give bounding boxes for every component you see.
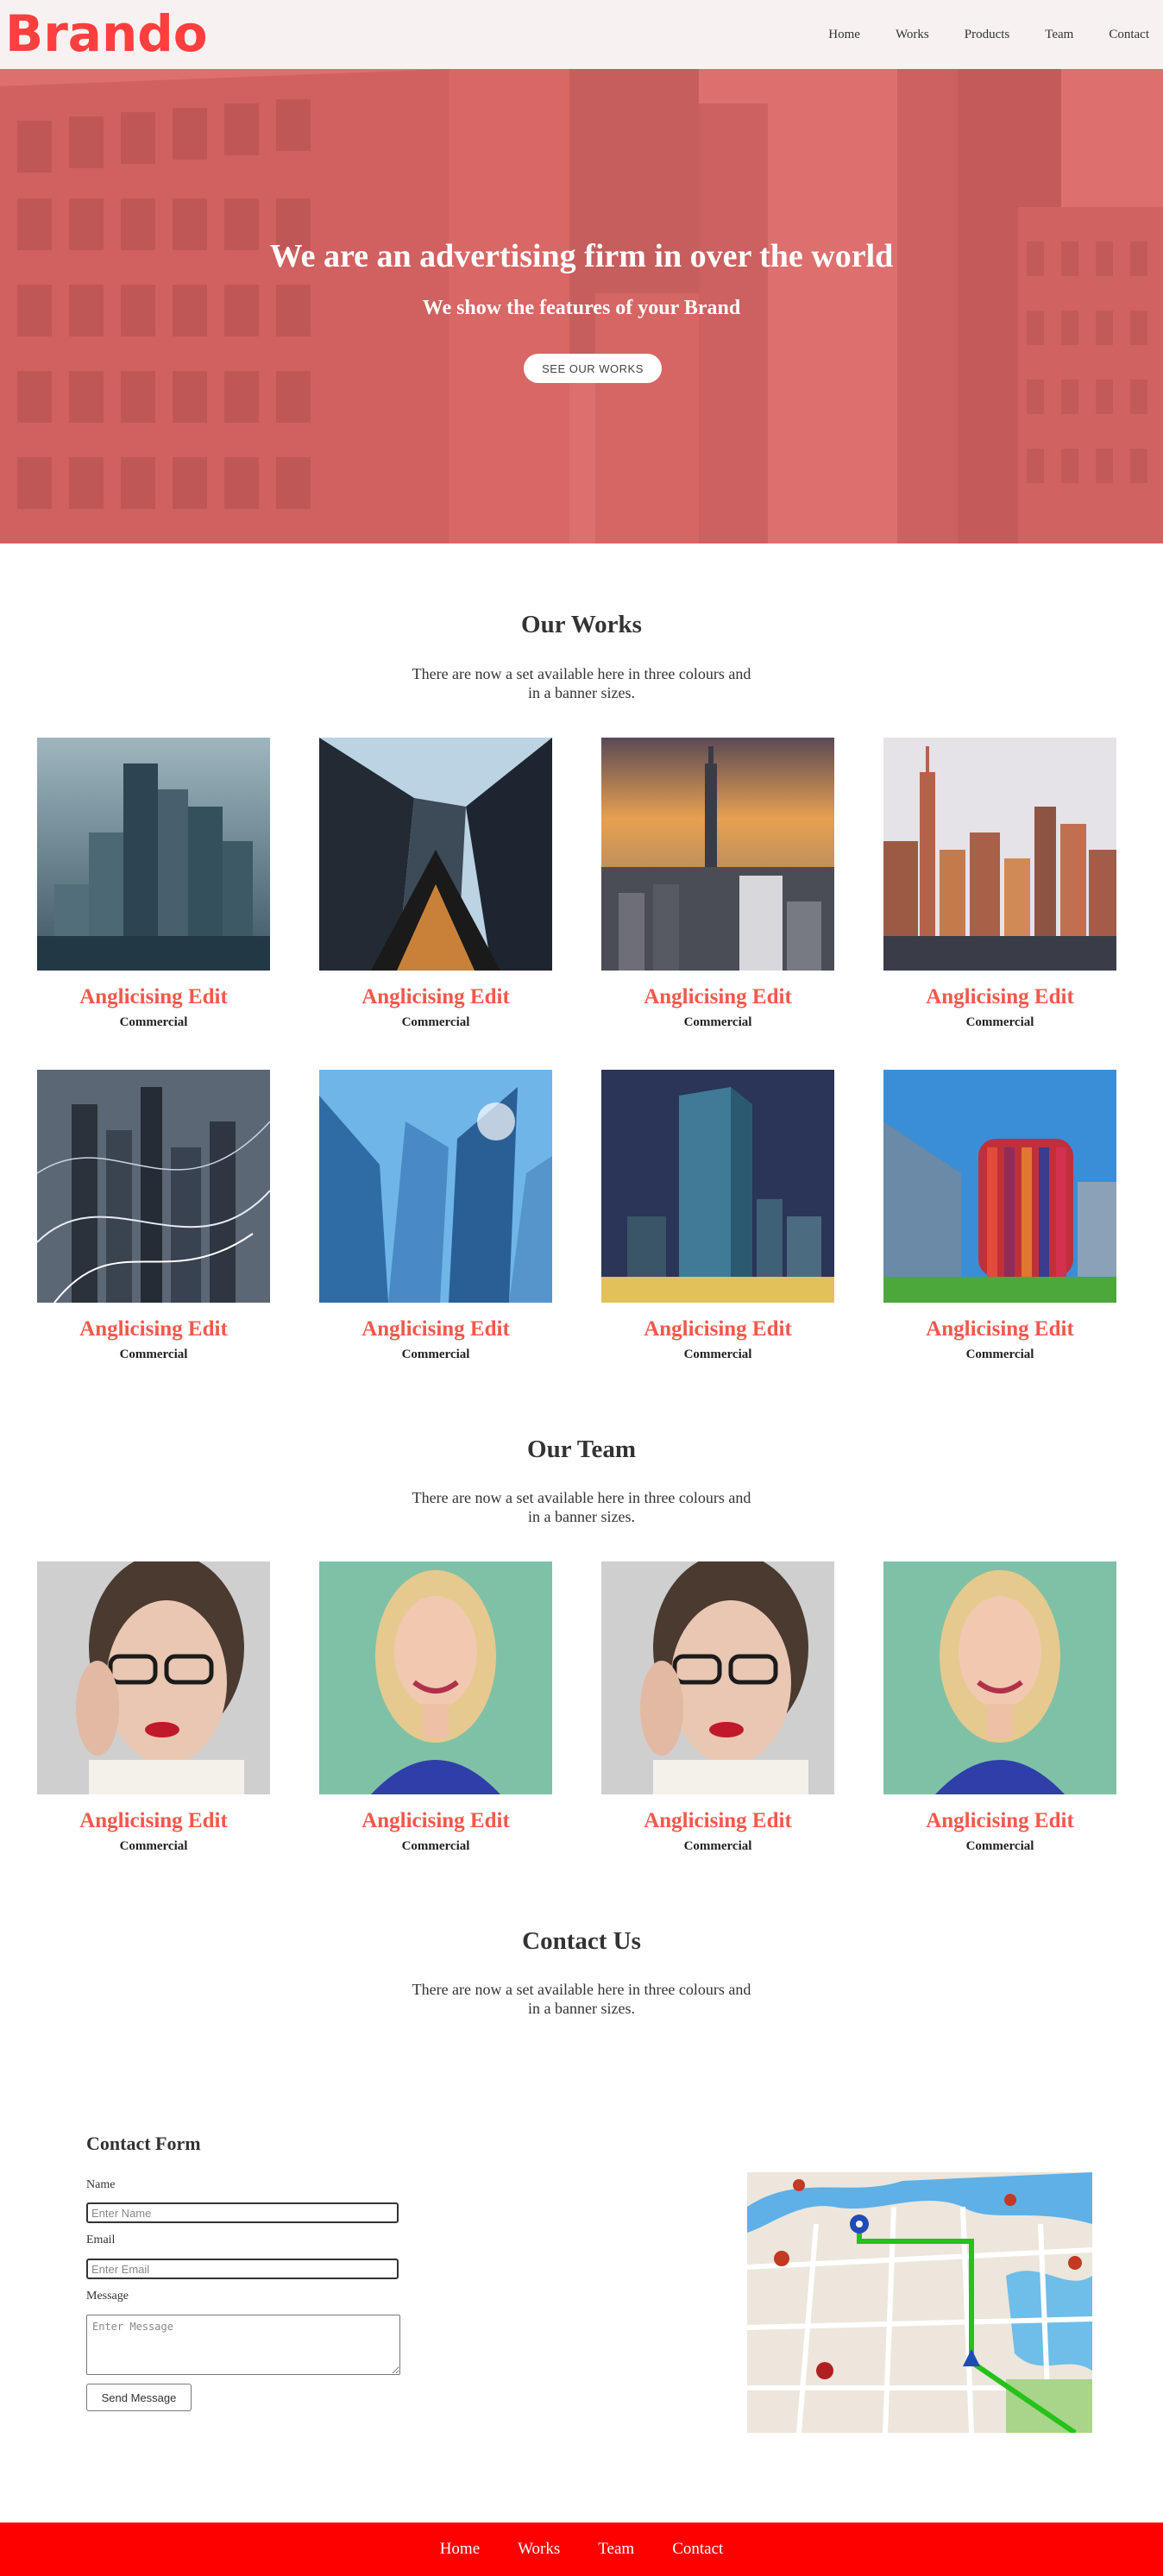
work-image-city-sunset-aerial — [601, 738, 834, 971]
work-card-title[interactable]: Anglicising Edit — [601, 1316, 834, 1342]
team-card-subtitle: Commercial — [119, 1839, 188, 1853]
team-card-title[interactable]: Anglicising Edit — [601, 1808, 834, 1834]
main-nav: Home Works Products Team Contact — [793, 26, 1149, 43]
hero-subtitle: We show the features of your Brand — [422, 297, 741, 319]
footer-nav: Home Works Team Contact — [440, 2540, 724, 2559]
work-card-subtitle: Commercial — [119, 1348, 188, 1361]
team-section-title: Our Team — [527, 1436, 636, 1463]
work-card-title[interactable]: Anglicising Edit — [883, 984, 1116, 1010]
work-card[interactable]: Anglicising Edit Commercial — [883, 1070, 1116, 1363]
nav-home[interactable]: Home — [828, 26, 860, 43]
contact-form-title: Contact Form — [86, 2133, 201, 2154]
work-card[interactable]: Anglicising Edit Commercial — [319, 738, 552, 1031]
work-card-title[interactable]: Anglicising Edit — [601, 984, 834, 1010]
work-image-tower-at-night — [601, 1070, 834, 1303]
work-card-subtitle: Commercial — [119, 1015, 188, 1029]
footer-link-works[interactable]: Works — [518, 2540, 560, 2559]
work-image-skyscrapers-foggy — [37, 738, 270, 971]
team-card-title[interactable]: Anglicising Edit — [883, 1808, 1116, 1834]
work-image-glass-towers-sky — [319, 1070, 552, 1303]
work-card[interactable]: Anglicising Edit Commercial — [37, 738, 270, 1031]
work-image-city-network-lights — [37, 1070, 270, 1303]
work-card-subtitle: Commercial — [683, 1015, 752, 1029]
email-input[interactable] — [86, 2259, 399, 2279]
team-card[interactable]: Anglicising Edit Commercial — [601, 1561, 834, 1855]
contact-section-description: There are now a set available here in th… — [412, 1981, 751, 2017]
work-card[interactable]: Anglicising Edit Commercial — [883, 738, 1116, 1031]
email-label: Email — [86, 2234, 116, 2246]
site-header: Brando Home Works Products Team Contact — [0, 0, 1163, 69]
work-card[interactable]: Anglicising Edit Commercial — [37, 1070, 270, 1363]
team-section-description: There are now a set available here in th… — [412, 1489, 751, 1525]
nav-team[interactable]: Team — [1045, 26, 1073, 43]
work-card[interactable]: Anglicising Edit Commercial — [319, 1070, 552, 1363]
work-card[interactable]: Anglicising Edit Commercial — [601, 738, 834, 1031]
site-footer: Home Works Team Contact — [0, 2523, 1163, 2576]
works-section-title: Our Works — [521, 611, 642, 638]
work-card-title[interactable]: Anglicising Edit — [883, 1316, 1116, 1342]
team-photo-woman-glasses — [37, 1561, 270, 1794]
brand-logo[interactable]: Brando — [5, 2, 208, 66]
name-label: Name — [86, 2178, 116, 2191]
name-input[interactable] — [86, 2202, 399, 2223]
footer-link-team[interactable]: Team — [598, 2540, 634, 2559]
contact-section-title: Contact Us — [522, 1927, 641, 1955]
team-photo-woman-blonde-smiling — [883, 1561, 1116, 1794]
team-photo-woman-blonde-smiling — [319, 1561, 552, 1794]
work-card-title[interactable]: Anglicising Edit — [319, 1316, 552, 1342]
work-image-colorful-building — [883, 1070, 1116, 1303]
work-card-title[interactable]: Anglicising Edit — [319, 984, 552, 1010]
footer-link-contact[interactable]: Contact — [672, 2540, 723, 2559]
work-card[interactable]: Anglicising Edit Commercial — [601, 1070, 834, 1363]
works-section-description: There are now a set available here in th… — [412, 665, 751, 701]
team-card-subtitle: Commercial — [401, 1839, 470, 1853]
see-our-works-button[interactable]: SEE OUR WORKS — [524, 354, 662, 383]
team-card[interactable]: Anglicising Edit Commercial — [37, 1561, 270, 1855]
hero-title: We are an advertising firm in over the w… — [269, 238, 894, 274]
nav-contact[interactable]: Contact — [1109, 26, 1149, 43]
hero-banner: We are an advertising firm in over the w… — [0, 69, 1163, 543]
work-card-title[interactable]: Anglicising Edit — [37, 984, 270, 1010]
team-card[interactable]: Anglicising Edit Commercial — [883, 1561, 1116, 1855]
work-card-subtitle: Commercial — [683, 1348, 752, 1361]
team-card-subtitle: Commercial — [683, 1839, 752, 1853]
map-image — [747, 2172, 1092, 2433]
team-photo-woman-glasses — [601, 1561, 834, 1794]
nav-products[interactable]: Products — [965, 26, 1010, 43]
nav-works[interactable]: Works — [896, 26, 929, 43]
work-card-subtitle: Commercial — [965, 1348, 1034, 1361]
team-card-title[interactable]: Anglicising Edit — [37, 1808, 270, 1834]
send-message-button[interactable]: Send Message — [86, 2384, 192, 2411]
work-card-subtitle: Commercial — [965, 1015, 1034, 1029]
message-label: Message — [86, 2290, 129, 2303]
message-textarea[interactable] — [86, 2315, 400, 2375]
work-card-subtitle: Commercial — [401, 1015, 470, 1029]
footer-link-home[interactable]: Home — [440, 2540, 480, 2559]
work-image-skyline-waterfront — [883, 738, 1116, 971]
work-card-subtitle: Commercial — [401, 1348, 470, 1361]
team-card-subtitle: Commercial — [965, 1839, 1034, 1853]
team-card[interactable]: Anglicising Edit Commercial — [319, 1561, 552, 1855]
work-card-title[interactable]: Anglicising Edit — [37, 1316, 270, 1342]
team-card-title[interactable]: Anglicising Edit — [319, 1808, 552, 1834]
work-image-skyscrapers-looking-up — [319, 738, 552, 971]
